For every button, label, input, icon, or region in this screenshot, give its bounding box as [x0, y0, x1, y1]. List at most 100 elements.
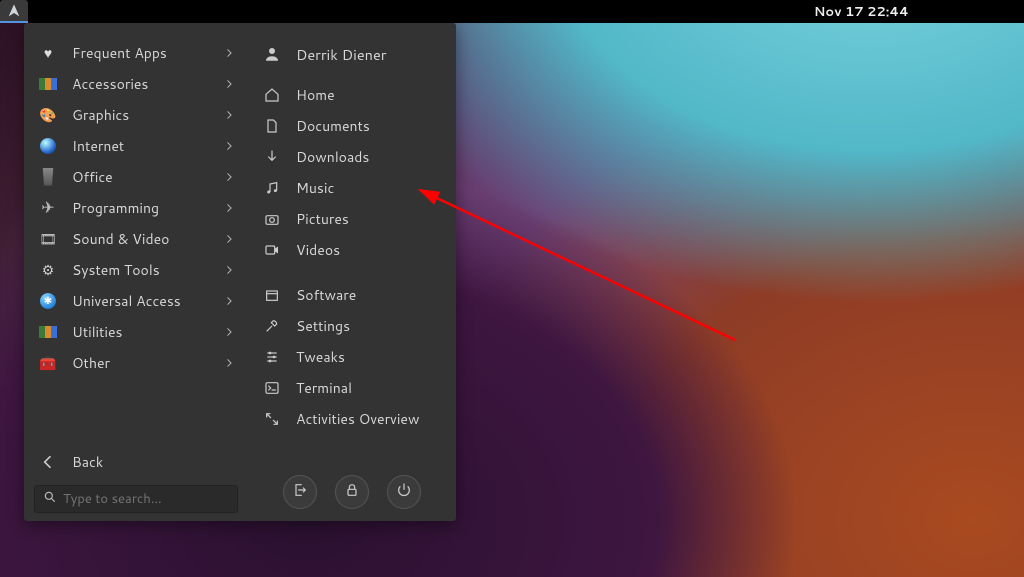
chevron-right-icon — [224, 291, 234, 311]
arch-logo-icon — [6, 3, 22, 19]
category-label: Internet — [72, 136, 124, 156]
item-label: Downloads — [296, 147, 369, 167]
film-icon: 🎞 — [38, 229, 58, 249]
category-programming[interactable]: ✈ Programming — [28, 192, 244, 223]
plane-icon: ✈ — [38, 198, 58, 218]
power-icon — [396, 482, 412, 503]
category-column: ♥ Frequent Apps Accessories 🎨 Graphics Intern… — [24, 23, 248, 521]
sliders-icon — [262, 347, 282, 367]
music-icon — [262, 178, 282, 198]
back-icon — [38, 452, 58, 472]
place-documents[interactable]: Documents — [252, 110, 452, 141]
place-downloads[interactable]: Downloads — [252, 141, 452, 172]
clock[interactable]: Nov 17 22:44 — [814, 3, 909, 21]
category-label: Programming — [72, 198, 159, 218]
top-bar: Nov 17 22:44 — [0, 0, 1024, 23]
system-terminal[interactable]: Terminal — [252, 372, 452, 403]
logout-button[interactable] — [283, 475, 317, 509]
gno-menu-panel: ♥ Frequent Apps Accessories 🎨 Graphics Intern… — [24, 23, 456, 521]
heart-icon: ♥ — [38, 43, 58, 63]
system-settings[interactable]: Settings — [252, 310, 452, 341]
item-label: Terminal — [296, 378, 352, 398]
camera-icon — [262, 209, 282, 229]
expand-icon — [262, 409, 282, 429]
category-label: Frequent Apps — [72, 43, 167, 63]
search-icon — [43, 490, 57, 509]
chevron-right-icon — [224, 353, 234, 373]
user-name: Derrik Diener — [296, 44, 386, 65]
power-button[interactable] — [387, 475, 421, 509]
logout-icon — [292, 482, 308, 503]
category-accessories[interactable]: Accessories — [28, 68, 244, 99]
chevron-right-icon — [224, 260, 234, 280]
doc-icon — [262, 116, 282, 136]
back-button[interactable]: Back — [28, 445, 244, 479]
category-office[interactable]: Office — [28, 161, 244, 192]
item-label: Settings — [296, 316, 350, 336]
system-activities-overview[interactable]: Activities Overview — [252, 403, 452, 434]
home-icon — [262, 85, 282, 105]
places-column: Derrik Diener Home Documents Downloads Musi… — [248, 23, 456, 521]
gear-icon: ⚙ — [38, 260, 58, 280]
lock-button[interactable] — [335, 475, 369, 509]
chevron-right-icon — [224, 198, 234, 218]
category-label: Other — [72, 353, 110, 373]
item-label: Home — [296, 85, 335, 105]
activities-button[interactable] — [0, 0, 28, 23]
item-label: Tweaks — [296, 347, 345, 367]
place-pictures[interactable]: Pictures — [252, 203, 452, 234]
category-utilities[interactable]: Utilities — [28, 316, 244, 347]
package-icon — [262, 285, 282, 305]
down-icon — [262, 147, 282, 167]
back-label: Back — [72, 452, 103, 472]
system-software[interactable]: Software — [252, 279, 452, 310]
category-graphics[interactable]: 🎨 Graphics — [28, 99, 244, 130]
search-box[interactable] — [34, 485, 238, 513]
palette-icon: 🎨 — [38, 105, 58, 125]
category-label: System Tools — [72, 260, 160, 280]
session-buttons — [252, 469, 452, 513]
category-frequent-apps[interactable]: ♥ Frequent Apps — [28, 37, 244, 68]
chevron-right-icon — [224, 43, 234, 63]
bin-icon — [38, 167, 58, 187]
item-label: Music — [296, 178, 334, 198]
video-icon — [262, 240, 282, 260]
category-other[interactable]: 🧰 Other — [28, 347, 244, 378]
category-internet[interactable]: Internet — [28, 130, 244, 161]
tools-icon: 🧰 — [38, 353, 58, 373]
item-label: Pictures — [296, 209, 349, 229]
lock-icon — [344, 482, 360, 503]
item-label: Software — [296, 285, 356, 305]
system-tweaks[interactable]: Tweaks — [252, 341, 452, 372]
chevron-right-icon — [224, 229, 234, 249]
swatch-icon — [38, 74, 58, 94]
category-label: Utilities — [72, 322, 123, 342]
globe-icon — [38, 136, 58, 156]
chevron-right-icon — [224, 74, 234, 94]
chevron-right-icon — [224, 167, 234, 187]
category-label: Office — [72, 167, 113, 187]
place-home[interactable]: Home — [252, 79, 452, 110]
chevron-right-icon — [224, 136, 234, 156]
category-label: Universal Access — [72, 291, 181, 311]
ua-icon — [38, 291, 58, 311]
wrench-icon — [262, 316, 282, 336]
item-label: Videos — [296, 240, 340, 260]
category-label: Accessories — [72, 74, 148, 94]
category-system-tools[interactable]: ⚙ System Tools — [28, 254, 244, 285]
category-sound-video[interactable]: 🎞 Sound & Video — [28, 223, 244, 254]
category-label: Sound & Video — [72, 229, 169, 249]
place-videos[interactable]: Videos — [252, 234, 452, 265]
chevron-right-icon — [224, 105, 234, 125]
category-label: Graphics — [72, 105, 129, 125]
chevron-right-icon — [224, 322, 234, 342]
category-universal-access[interactable]: Universal Access — [28, 285, 244, 316]
swatch-icon — [38, 322, 58, 342]
item-label: Activities Overview — [296, 409, 419, 429]
place-music[interactable]: Music — [252, 172, 452, 203]
user-icon — [262, 44, 282, 64]
terminal-icon — [262, 378, 282, 398]
item-label: Documents — [296, 116, 370, 136]
user-row[interactable]: Derrik Diener — [252, 37, 452, 71]
search-input[interactable] — [63, 490, 229, 508]
